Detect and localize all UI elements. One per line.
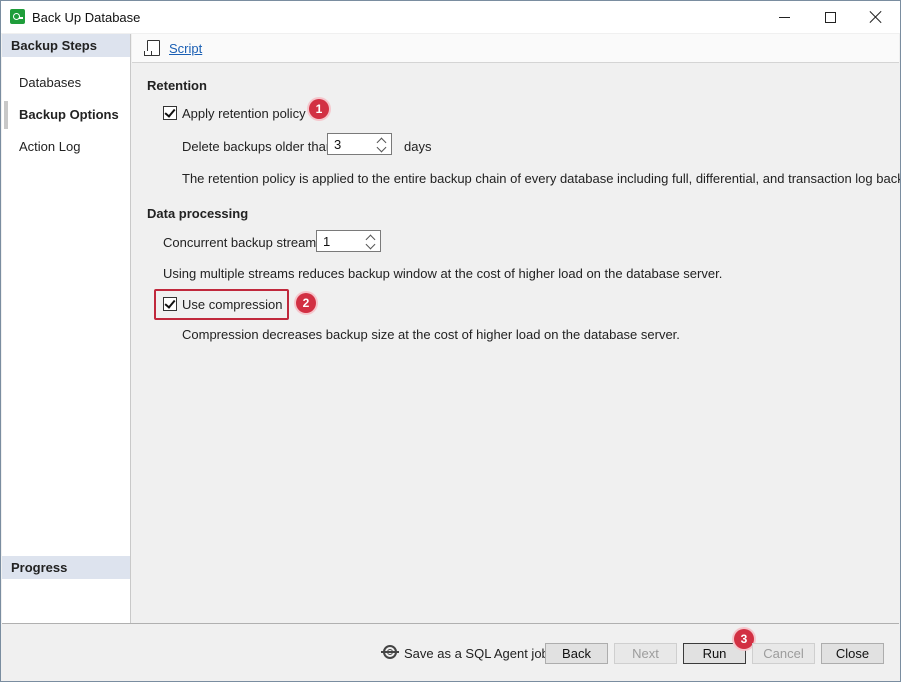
concurrent-streams-value: 1	[323, 234, 331, 249]
callout-badge-1: 1	[309, 99, 329, 119]
use-compression-checkbox[interactable]	[163, 297, 177, 311]
chevron-down-icon[interactable]	[365, 239, 376, 250]
script-icon[interactable]	[144, 40, 160, 56]
save-sql-agent-job-link[interactable]: Save as a SQL Agent job	[404, 646, 549, 661]
maximize-button[interactable]	[807, 1, 853, 33]
apply-retention-label[interactable]: Apply retention policy	[182, 106, 306, 121]
chevron-down-icon[interactable]	[376, 142, 387, 153]
concurrent-streams-stepper[interactable]: 1	[316, 230, 381, 252]
close-window-button[interactable]	[853, 1, 899, 33]
apply-retention-checkbox[interactable]	[163, 106, 177, 120]
maximize-icon	[824, 11, 836, 23]
close-icon	[870, 11, 882, 23]
days-unit-label: days	[404, 139, 432, 154]
app-icon	[10, 9, 25, 24]
close-button[interactable]: Close	[821, 643, 884, 664]
use-compression-label[interactable]: Use compression	[182, 297, 282, 312]
script-link[interactable]: Script	[169, 41, 202, 56]
back-button[interactable]: Back	[545, 643, 608, 664]
backup-steps-header: Backup Steps	[2, 34, 130, 57]
callout-badge-3: 3	[734, 629, 754, 649]
sidebar-item-action-log[interactable]: Action Log	[2, 133, 130, 161]
concurrent-streams-label: Concurrent backup streams:	[163, 235, 327, 250]
minimize-icon	[778, 16, 790, 18]
retention-days-value: 3	[334, 137, 342, 152]
retention-days-stepper[interactable]: 3	[327, 133, 392, 155]
backup-dialog-window: Back Up Database Backup Steps Databases …	[0, 0, 901, 682]
sidebar-item-backup-options[interactable]: Backup Options	[2, 101, 130, 129]
window-title: Back Up Database	[32, 10, 141, 25]
toolbar: Script	[132, 34, 899, 63]
backup-steps-sidebar: Backup Steps Databases Backup Options Ac…	[2, 34, 131, 623]
sidebar-item-databases[interactable]: Databases	[2, 69, 130, 97]
cancel-button[interactable]: Cancel	[752, 643, 815, 664]
backup-options-panel: Script Retention Apply retention policy …	[132, 34, 901, 623]
data-processing-section-title: Data processing	[147, 206, 249, 221]
callout-badge-2: 2	[296, 293, 316, 313]
streams-note: Using multiple streams reduces backup wi…	[163, 266, 723, 281]
delete-older-label: Delete backups older than:	[182, 139, 337, 154]
minimize-button[interactable]	[761, 1, 807, 33]
compression-note: Compression decreases backup size at the…	[182, 327, 680, 342]
gear-icon[interactable]	[381, 645, 399, 659]
next-button[interactable]: Next	[614, 643, 677, 664]
title-bar: Back Up Database	[1, 1, 900, 33]
retention-note: The retention policy is applied to the e…	[182, 171, 901, 186]
retention-section-title: Retention	[147, 78, 207, 93]
progress-header: Progress	[2, 556, 130, 579]
